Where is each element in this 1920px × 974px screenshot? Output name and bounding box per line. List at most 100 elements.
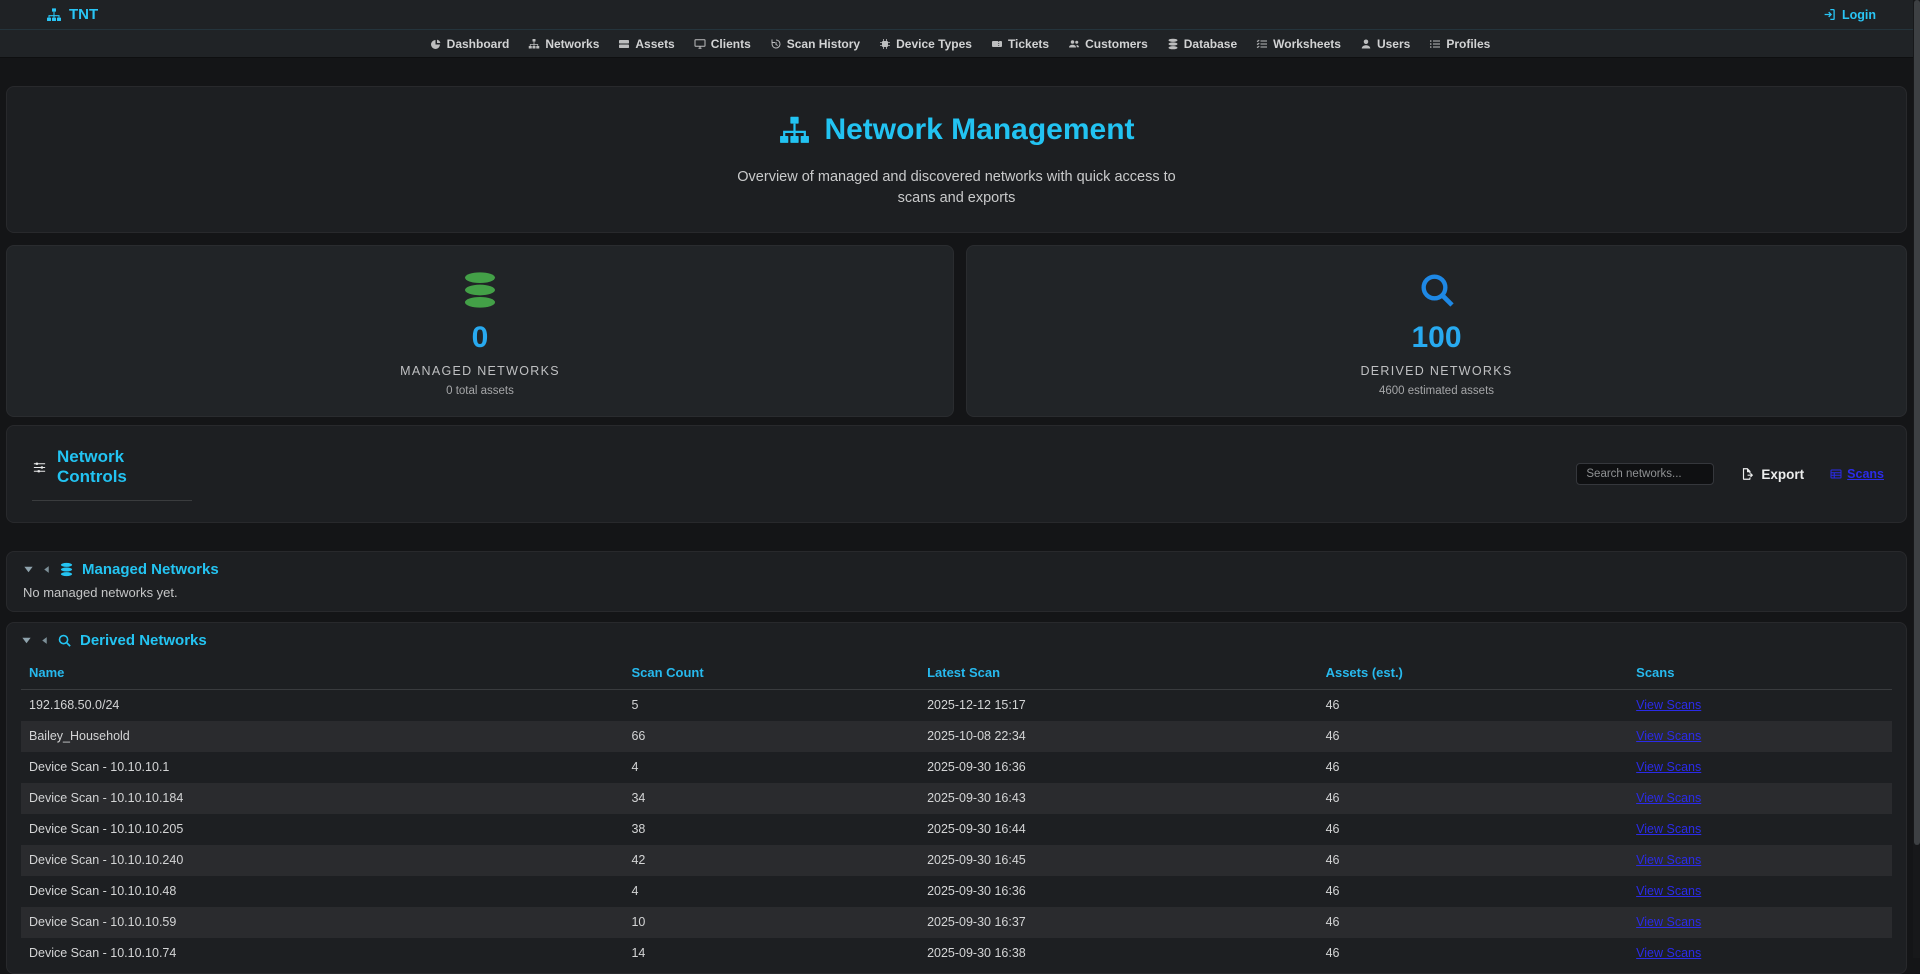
cell-latest-scan: 2025-09-30 16:38 — [919, 938, 1318, 969]
cell-name: Device Scan - 10.10.10.59 — [21, 907, 623, 938]
page-subtitle: Overview of managed and discovered netwo… — [717, 167, 1197, 209]
nav-item-label: Dashboard — [447, 37, 510, 51]
table-row: Device Scan - 10.10.10.240 42 2025-09-30… — [21, 845, 1892, 876]
nav-item-label: Profiles — [1446, 37, 1490, 51]
nav-item-dashboard[interactable]: Dashboard — [430, 37, 510, 51]
nav-item-assets[interactable]: Assets — [618, 37, 674, 51]
pie-chart-icon — [430, 38, 442, 50]
top-bar: TNT Login — [0, 0, 1920, 30]
nav-item-device-types[interactable]: Device Types — [879, 37, 972, 51]
caret-down-icon[interactable] — [23, 564, 34, 575]
table-row: Device Scan - 10.10.10.1 4 2025-09-30 16… — [21, 752, 1892, 783]
cell-latest-scan: 2025-12-12 15:17 — [919, 690, 1318, 721]
cell-name: Device Scan - 10.10.10.48 — [21, 876, 623, 907]
cell-assets-est: 46 — [1318, 690, 1629, 721]
derived-networks-table: NameScan CountLatest ScanAssets (est.)Sc… — [21, 659, 1892, 969]
nav-item-label: Users — [1377, 37, 1410, 51]
scans-link-label: Scans — [1847, 467, 1884, 481]
cell-assets-est: 46 — [1318, 876, 1629, 907]
nav-item-label: Device Types — [896, 37, 972, 51]
nav-item-database[interactable]: Database — [1167, 37, 1237, 51]
scrollbar-thumb[interactable] — [1914, 0, 1920, 845]
cell-scan-count: 38 — [623, 814, 919, 845]
page-header-panel: Network Management Overview of managed a… — [6, 86, 1907, 233]
managed-networks-subtext: 0 total assets — [7, 385, 953, 397]
cell-name: Bailey_Household — [21, 721, 623, 752]
managed-networks-section: Managed Networks No managed networks yet… — [6, 551, 1907, 612]
cell-latest-scan: 2025-09-30 16:43 — [919, 783, 1318, 814]
view-scans-link[interactable]: View Scans — [1636, 698, 1701, 712]
view-scans-link[interactable]: View Scans — [1636, 729, 1701, 743]
login-link[interactable]: Login — [1823, 8, 1876, 22]
network-controls-panel: Network Controls Export Scans — [6, 425, 1907, 523]
view-scans-link[interactable]: View Scans — [1636, 884, 1701, 898]
nav-item-worksheets[interactable]: Worksheets — [1256, 37, 1341, 51]
nav-item-networks[interactable]: Networks — [528, 37, 599, 51]
search-icon — [967, 270, 1906, 310]
main-navigation: Dashboard Networks Assets Clients Scan H… — [0, 30, 1920, 58]
cell-scan-count: 5 — [623, 690, 919, 721]
cell-latest-scan: 2025-09-30 16:45 — [919, 845, 1318, 876]
cell-assets-est: 46 — [1318, 814, 1629, 845]
managed-networks-section-header: Managed Networks — [23, 561, 1890, 578]
nav-item-label: Assets — [635, 37, 674, 51]
history-icon — [770, 38, 782, 50]
nav-item-scan-history[interactable]: Scan History — [770, 37, 860, 51]
nav-item-tickets[interactable]: Tickets — [991, 37, 1049, 51]
nav-item-label: Worksheets — [1273, 37, 1341, 51]
table-row: Device Scan - 10.10.10.59 10 2025-09-30 … — [21, 907, 1892, 938]
ticket-icon — [991, 38, 1003, 50]
caret-down-icon[interactable] — [21, 635, 32, 646]
view-scans-link[interactable]: View Scans — [1636, 760, 1701, 774]
nav-item-clients[interactable]: Clients — [694, 37, 751, 51]
desktop-icon — [694, 38, 706, 50]
table-row: Device Scan - 10.10.10.205 38 2025-09-30… — [21, 814, 1892, 845]
scans-link[interactable]: Scans — [1830, 467, 1884, 481]
cell-name: Device Scan - 10.10.10.1 — [21, 752, 623, 783]
derived-networks-section-header: Derived Networks — [21, 632, 1892, 649]
column-header: Name — [21, 659, 623, 690]
cell-assets-est: 46 — [1318, 721, 1629, 752]
cell-latest-scan: 2025-09-30 16:36 — [919, 876, 1318, 907]
microchip-icon — [879, 38, 891, 50]
users-icon — [1068, 38, 1080, 50]
cell-scan-count: 4 — [623, 876, 919, 907]
cell-scan-count: 42 — [623, 845, 919, 876]
view-scans-link[interactable]: View Scans — [1636, 915, 1701, 929]
nav-item-label: Tickets — [1008, 37, 1049, 51]
derived-networks-card: 100 DERIVED NETWORKS 4600 estimated asse… — [966, 245, 1907, 417]
search-networks-input[interactable] — [1576, 463, 1714, 485]
column-header: Scan Count — [623, 659, 919, 690]
nav-item-profiles[interactable]: Profiles — [1429, 37, 1490, 51]
cell-name: Device Scan - 10.10.10.240 — [21, 845, 623, 876]
nav-item-label: Customers — [1085, 37, 1148, 51]
managed-networks-card: 0 MANAGED NETWORKS 0 total assets — [6, 245, 954, 417]
login-label: Login — [1842, 8, 1876, 22]
view-scans-link[interactable]: View Scans — [1636, 791, 1701, 805]
cell-name: Device Scan - 10.10.10.184 — [21, 783, 623, 814]
caret-left-icon[interactable] — [42, 565, 51, 574]
view-scans-link[interactable]: View Scans — [1636, 822, 1701, 836]
nav-item-label: Database — [1184, 37, 1237, 51]
managed-networks-section-title: Managed Networks — [82, 561, 219, 578]
page-title: Network Management — [824, 113, 1134, 147]
view-scans-link[interactable]: View Scans — [1636, 853, 1701, 867]
list-icon — [1429, 38, 1441, 50]
export-button[interactable]: Export — [1734, 466, 1810, 483]
table-header-row: NameScan CountLatest ScanAssets (est.)Sc… — [21, 659, 1892, 690]
server-icon — [618, 38, 630, 50]
managed-networks-empty-text: No managed networks yet. — [23, 585, 1890, 600]
cell-scan-count: 10 — [623, 907, 919, 938]
caret-left-icon[interactable] — [40, 636, 49, 645]
nav-item-users[interactable]: Users — [1360, 37, 1410, 51]
export-button-label: Export — [1761, 467, 1804, 482]
page-scrollbar[interactable] — [1913, 0, 1920, 958]
nav-item-customers[interactable]: Customers — [1068, 37, 1148, 51]
cell-assets-est: 46 — [1318, 845, 1629, 876]
table-row: Device Scan - 10.10.10.48 4 2025-09-30 1… — [21, 876, 1892, 907]
cell-assets-est: 46 — [1318, 783, 1629, 814]
app-logo[interactable]: TNT — [46, 6, 98, 23]
managed-networks-label: MANAGED NETWORKS — [7, 364, 953, 378]
cell-assets-est: 46 — [1318, 938, 1629, 969]
network-controls-title-row: Network Controls — [32, 447, 192, 501]
